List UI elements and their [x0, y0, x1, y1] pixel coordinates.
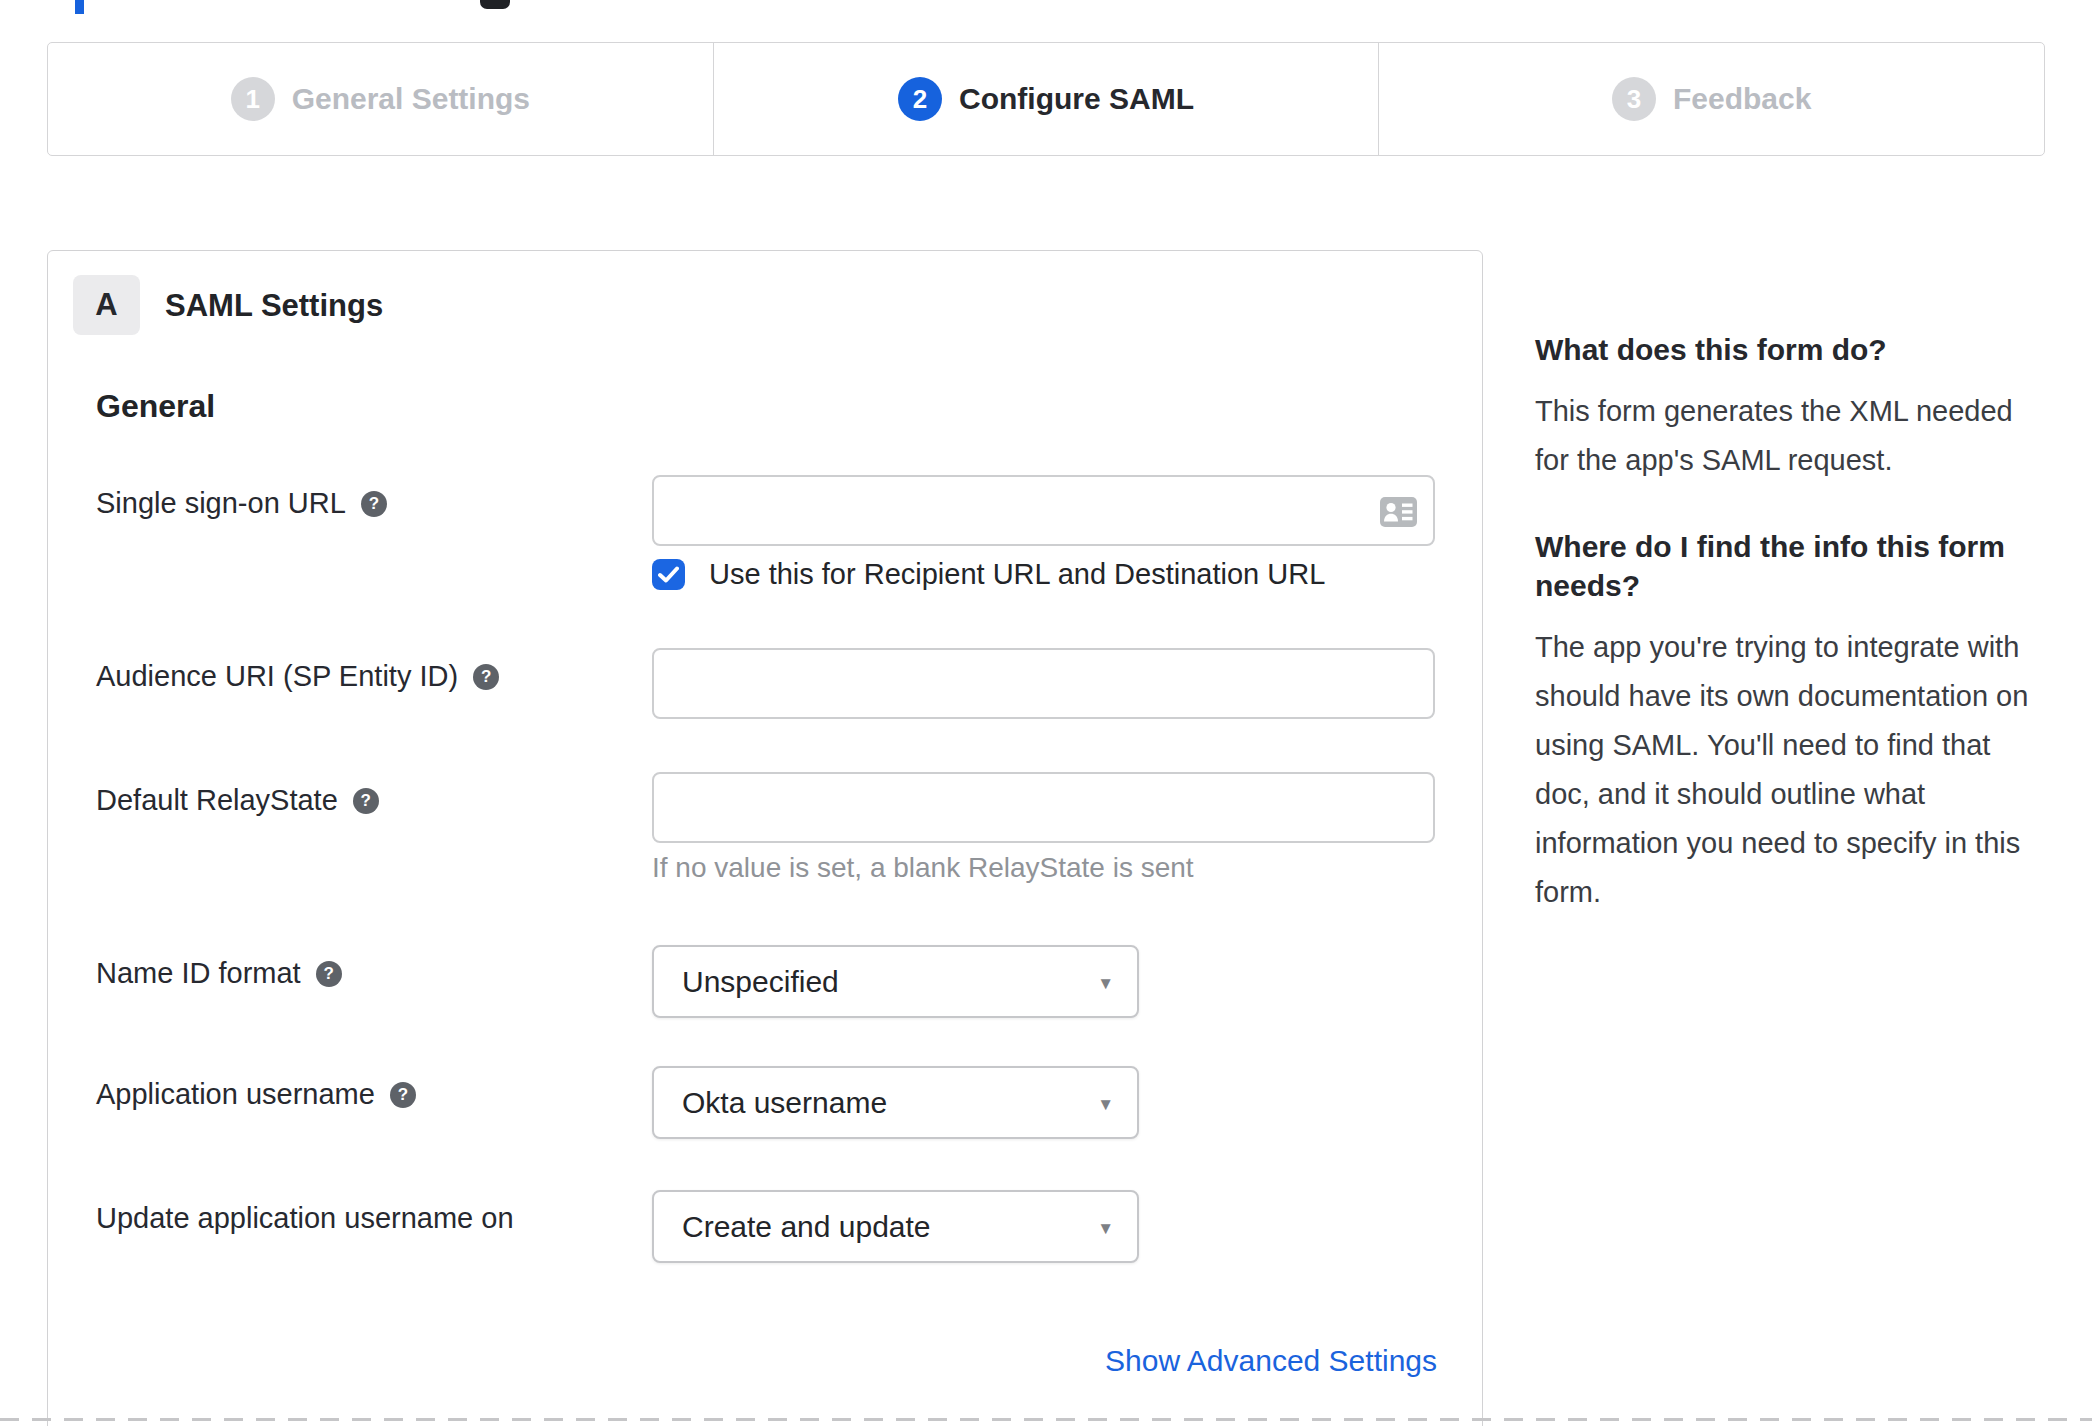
audience-uri-input[interactable]	[652, 648, 1435, 719]
step-configure-saml[interactable]: 2 Configure SAML	[713, 43, 1379, 155]
field-control: Unspecified ▼	[652, 945, 1139, 1018]
field-label-text: Application username	[96, 1078, 375, 1111]
chevron-down-icon: ▼	[1097, 1095, 1114, 1115]
wizard-stepper: 1 General Settings 2 Configure SAML 3 Fe…	[47, 42, 2045, 156]
step-number: 3	[1627, 84, 1641, 115]
step-label: General Settings	[292, 82, 530, 116]
sidebar-heading: Where do I find the info this form needs…	[1535, 527, 2038, 605]
cropped-icon-fragment	[480, 0, 510, 9]
contact-card-icon	[1380, 497, 1417, 527]
field-label-text: Audience URI (SP Entity ID)	[96, 660, 458, 693]
help-icon[interactable]: ?	[361, 491, 387, 517]
sidebar-paragraph: This form generates the XML needed for t…	[1535, 387, 2038, 485]
help-icon[interactable]: ?	[390, 1082, 416, 1108]
select-value: Okta username	[682, 1086, 887, 1120]
name-id-format-select[interactable]: Unspecified ▼	[652, 945, 1139, 1018]
field-label: Name ID format ?	[96, 957, 342, 990]
step-general-settings[interactable]: 1 General Settings	[48, 43, 713, 155]
page: 1 General Settings 2 Configure SAML 3 Fe…	[0, 0, 2092, 1426]
step-number: 2	[913, 84, 927, 115]
help-sidebar: What does this form do? This form genera…	[1535, 330, 2038, 959]
field-label-text: Name ID format	[96, 957, 301, 990]
field-label-text: Single sign-on URL	[96, 487, 346, 520]
update-application-username-select[interactable]: Create and update ▼	[652, 1190, 1139, 1263]
field-control: Okta username ▼	[652, 1066, 1139, 1139]
help-icon[interactable]: ?	[473, 664, 499, 690]
help-icon[interactable]: ?	[353, 788, 379, 814]
default-relaystate-input[interactable]	[652, 772, 1435, 843]
application-username-select[interactable]: Okta username ▼	[652, 1066, 1139, 1139]
section-badge: A	[73, 275, 140, 335]
field-label: Application username ?	[96, 1078, 416, 1111]
field-control	[652, 648, 1435, 719]
step-feedback[interactable]: 3 Feedback	[1378, 43, 2044, 155]
chevron-down-icon: ▼	[1097, 1219, 1114, 1239]
chevron-down-icon: ▼	[1097, 974, 1114, 994]
checkbox-label[interactable]: Use this for Recipient URL and Destinati…	[709, 558, 1325, 591]
group-title-general: General	[96, 388, 215, 425]
step-number-badge: 3	[1612, 77, 1656, 121]
sidebar-heading: What does this form do?	[1535, 330, 2038, 369]
crop-dashed-edge	[0, 1418, 2092, 1421]
recipient-url-checkbox-row: Use this for Recipient URL and Destinati…	[652, 558, 1325, 591]
sidebar-paragraph: The app you're trying to integrate with …	[1535, 623, 2038, 917]
step-number-badge: 1	[231, 77, 275, 121]
step-label: Feedback	[1673, 82, 1811, 116]
step-label: Configure SAML	[959, 82, 1194, 116]
help-icon[interactable]: ?	[316, 961, 342, 987]
field-label-text: Default RelayState	[96, 784, 338, 817]
step-number-badge: 2	[898, 77, 942, 121]
field-label: Single sign-on URL ?	[96, 487, 387, 520]
select-value: Create and update	[682, 1210, 931, 1244]
step-number: 1	[245, 84, 259, 115]
field-label: Audience URI (SP Entity ID) ?	[96, 660, 499, 693]
field-label: Update application username on	[96, 1202, 514, 1235]
field-control	[652, 772, 1435, 843]
recipient-url-checkbox[interactable]	[652, 559, 685, 590]
check-icon	[658, 566, 679, 583]
show-advanced-settings-link[interactable]: Show Advanced Settings	[900, 1344, 1437, 1378]
cropped-title-fragment	[75, 0, 84, 14]
field-control: Create and update ▼	[652, 1190, 1139, 1263]
single-sign-on-url-input[interactable]	[652, 475, 1435, 546]
field-label: Default RelayState ?	[96, 784, 379, 817]
section-title: SAML Settings	[165, 288, 383, 324]
relaystate-hint: If no value is set, a blank RelayState i…	[652, 852, 1194, 884]
field-control	[652, 475, 1435, 546]
select-value: Unspecified	[682, 965, 839, 999]
field-label-text: Update application username on	[96, 1202, 514, 1235]
